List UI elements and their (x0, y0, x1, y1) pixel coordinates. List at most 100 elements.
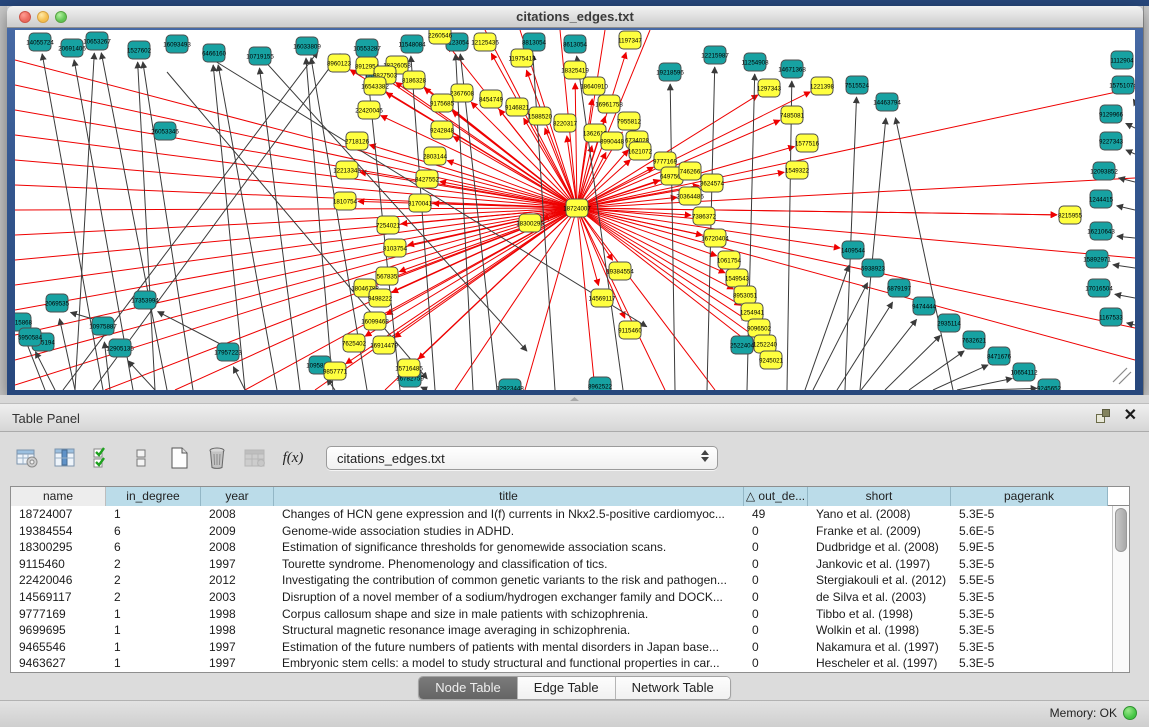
network-node[interactable]: 17957223 (214, 343, 242, 361)
network-node[interactable]: 1197347 (618, 31, 642, 49)
table-row[interactable]: 1938455462009Genome-wide association stu… (11, 523, 1112, 540)
network-node[interactable]: 2935114 (937, 314, 961, 332)
column-header-title[interactable]: title (274, 487, 744, 506)
table-row[interactable]: 1456911722003Disruption of a novel membe… (11, 589, 1112, 606)
network-node[interactable]: 1244415 (1089, 190, 1114, 208)
network-node[interactable]: 746266 (679, 162, 701, 180)
network-node[interactable]: 9242848 (430, 121, 455, 139)
canvas-resize-grip[interactable] (1113, 368, 1131, 384)
table-row[interactable]: 946362711997Embryonic stem cells: a mode… (11, 655, 1112, 672)
network-node[interactable]: 11254908 (741, 53, 769, 71)
network-node[interactable]: 2718126 (345, 132, 370, 150)
memory-status-indicator-icon[interactable] (1123, 706, 1137, 720)
vertical-scrollbar[interactable] (1112, 506, 1129, 672)
network-node[interactable]: 10654112 (1010, 363, 1038, 381)
network-node[interactable]: 5950584 (18, 328, 43, 346)
tab-node-table[interactable]: Node Table (419, 677, 518, 699)
close-panel-icon[interactable]: ✕ (1124, 408, 1137, 424)
network-node[interactable]: 1112904 (1110, 51, 1134, 69)
network-node[interactable]: 8186328 (402, 71, 427, 89)
network-node-hub[interactable]: 18724007 (563, 199, 591, 217)
network-node[interactable]: 6466160 (202, 44, 227, 62)
network-node[interactable]: 9245021 (759, 351, 784, 369)
network-node[interactable]: 9096502 (747, 319, 772, 337)
network-node[interactable]: 8220317 (553, 114, 578, 132)
network-node[interactable]: 10975887 (89, 317, 117, 335)
network-node[interactable]: 8813054 (522, 33, 547, 51)
network-node[interactable]: 8953051 (733, 286, 758, 304)
network-node[interactable]: 16093493 (163, 35, 191, 53)
column-header-out-de-[interactable]: △ out_de... (744, 487, 808, 506)
panel-splitter[interactable] (0, 395, 1149, 403)
network-node[interactable]: 10653267 (83, 32, 111, 50)
network-node[interactable]: 9129966 (1099, 105, 1124, 123)
network-node[interactable]: 12923448 (496, 379, 524, 390)
network-node[interactable]: 9474444 (912, 297, 937, 315)
network-node[interactable]: 11548084 (398, 35, 426, 53)
network-node[interactable]: 19218596 (656, 63, 684, 81)
function-builder-icon[interactable]: f(x) (280, 445, 306, 471)
network-node[interactable]: 1588520 (528, 107, 553, 125)
network-node[interactable]: 16210643 (1087, 222, 1115, 240)
network-node[interactable]: 15716485 (395, 359, 423, 377)
table-settings-icon[interactable] (14, 445, 40, 471)
network-node[interactable]: 2803144 (423, 147, 448, 165)
network-node[interactable]: 3170041 (408, 194, 433, 212)
table-row[interactable]: 2242004622012Investigating the contribut… (11, 572, 1112, 589)
network-node[interactable]: 14463794 (873, 93, 901, 111)
network-node[interactable]: 12905135 (106, 339, 134, 357)
network-node[interactable]: 12125436 (471, 33, 499, 51)
network-node[interactable]: 19384554 (606, 262, 634, 280)
network-node[interactable]: 14055724 (26, 33, 54, 51)
network-node[interactable]: 15892971 (1083, 250, 1111, 268)
network-node[interactable]: 2069535 (45, 294, 70, 312)
table-row[interactable]: 1830029562008Estimation of significance … (11, 539, 1112, 556)
network-node[interactable]: 1810754 (333, 192, 358, 210)
table-row[interactable]: 977716911998Corpus callosum shape and si… (11, 606, 1112, 623)
table-row[interactable]: 969969511998Structural magnetic resonanc… (11, 622, 1112, 639)
network-node[interactable]: 8990448 (600, 132, 625, 150)
window-titlebar[interactable]: citations_edges.txt (7, 6, 1143, 28)
column-header-pagerank[interactable]: pagerank (951, 487, 1108, 506)
network-node[interactable]: 7625402 (342, 334, 367, 352)
network-node[interactable]: 16914479 (370, 336, 398, 354)
network-node[interactable]: 8960123 (327, 54, 352, 72)
network-node[interactable]: 5938923 (861, 259, 886, 277)
network-node[interactable]: 9115460 (618, 321, 642, 339)
network-node[interactable]: 16099468 (361, 312, 389, 330)
column-header-short[interactable]: short (808, 487, 951, 506)
network-node[interactable]: 6879197 (887, 279, 912, 297)
network-node[interactable]: 8427552 (415, 170, 440, 188)
network-node[interactable]: 7515524 (845, 76, 870, 94)
network-node[interactable]: 9857771 (323, 362, 348, 380)
network-node[interactable]: 16543382 (361, 77, 389, 95)
network-node[interactable]: 9498222 (368, 289, 393, 307)
table-selector-dropdown[interactable]: citations_edges.txt (326, 446, 718, 470)
network-node[interactable]: 11975413 (508, 49, 536, 67)
row-height-icon[interactable] (128, 445, 154, 471)
network-node[interactable]: 20364486 (676, 187, 704, 205)
network-node[interactable]: 15751074 (1109, 76, 1135, 94)
network-node[interactable]: 2260546 (428, 30, 453, 44)
network-node[interactable]: 7485081 (780, 106, 805, 124)
column-header-in-degree[interactable]: in_degree (106, 487, 201, 506)
table-row[interactable]: 1872400712008Changes of HCN gene express… (11, 506, 1112, 523)
select-all-check-icon[interactable] (90, 445, 116, 471)
network-node[interactable]: 8215955 (1058, 206, 1083, 224)
network-node[interactable]: 8454749 (479, 90, 504, 108)
network-node[interactable]: 8962522 (588, 377, 613, 390)
network-node[interactable]: 7632621 (962, 331, 987, 349)
network-node[interactable]: 18325419 (561, 61, 589, 79)
network-node[interactable]: 1297343 (757, 79, 782, 97)
network-node[interactable]: 8613054 (563, 35, 588, 53)
column-header-name[interactable]: name (11, 487, 106, 506)
table-row[interactable]: 946554611997Estimation of the future num… (11, 639, 1112, 656)
network-node[interactable]: 7254021 (376, 216, 401, 234)
network-node[interactable]: 1409544 (841, 241, 866, 259)
network-node[interactable]: 1167533 (1099, 308, 1123, 326)
scrollbar-thumb[interactable] (1115, 508, 1127, 552)
network-node[interactable]: 1061754 (717, 251, 742, 269)
network-canvas[interactable]: 1405572420691406106532671527602160934936… (15, 30, 1135, 390)
network-node[interactable]: 12215987 (701, 46, 729, 64)
network-node[interactable]: 14569117 (588, 289, 616, 307)
